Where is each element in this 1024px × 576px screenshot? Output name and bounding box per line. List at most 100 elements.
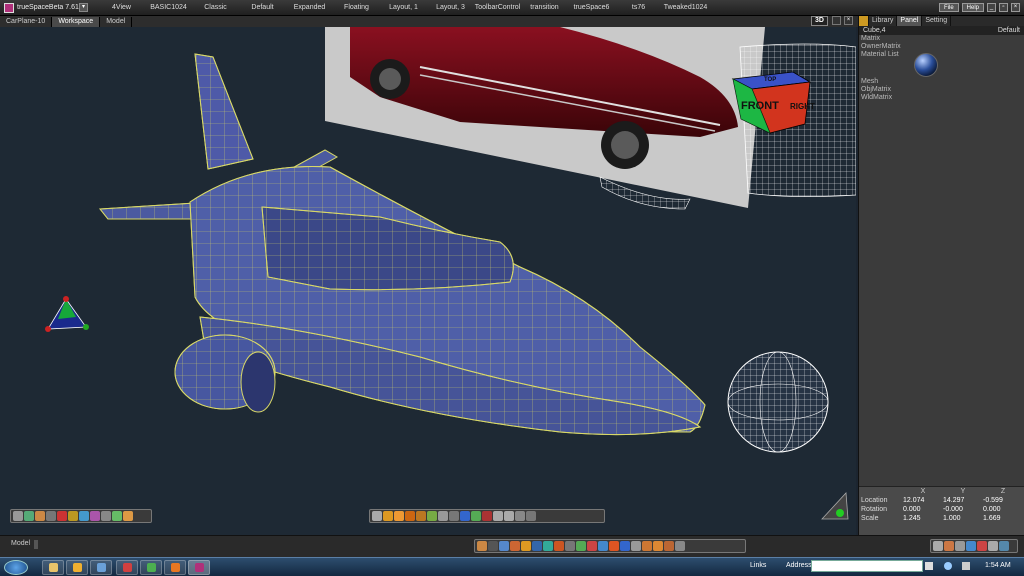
tool-icon-11[interactable] xyxy=(587,541,597,551)
firefox-task-icon[interactable] xyxy=(164,560,186,575)
pointer-icon[interactable] xyxy=(372,511,382,521)
layout-tab[interactable]: ts76 xyxy=(615,4,662,11)
tool-icon-18[interactable] xyxy=(664,541,674,551)
transform-value[interactable]: -0.599 xyxy=(983,496,1023,505)
tray-network-icon[interactable] xyxy=(944,562,952,570)
maximize-icon[interactable] xyxy=(832,16,841,25)
object-name[interactable]: Cube,4 xyxy=(863,27,886,34)
transform-value[interactable]: 0.000 xyxy=(983,505,1023,514)
material-preview-ball[interactable] xyxy=(914,53,938,77)
mode-badge-3d[interactable]: 3D xyxy=(811,16,828,26)
chevron-down-icon[interactable]: ▾ xyxy=(79,3,88,12)
close-icon[interactable]: × xyxy=(1011,3,1020,12)
viewport-tab[interactable]: CarPlane-10 xyxy=(0,16,53,27)
render-icon[interactable] xyxy=(90,511,100,521)
chrome-task-icon[interactable] xyxy=(140,560,162,575)
address-input[interactable] xyxy=(811,560,923,572)
spot-icon[interactable] xyxy=(405,511,415,521)
links-toolbar[interactable]: Links xyxy=(750,562,766,569)
select-arrow-icon[interactable] xyxy=(13,511,23,521)
fx-icon[interactable] xyxy=(460,511,470,521)
library-icon[interactable] xyxy=(944,541,954,551)
tool-icon-12[interactable] xyxy=(598,541,608,551)
layout-tab[interactable]: 4View xyxy=(98,4,145,11)
tool-icon-14[interactable] xyxy=(620,541,630,551)
transform-value[interactable]: 0.000 xyxy=(903,505,943,514)
tool-icon-1[interactable] xyxy=(477,541,487,551)
help-button[interactable]: Help xyxy=(961,3,984,12)
tool-icon-16[interactable] xyxy=(642,541,652,551)
media-task-icon[interactable] xyxy=(66,560,88,575)
go-arrow-icon[interactable] xyxy=(925,562,933,570)
property-item[interactable]: Mesh xyxy=(859,78,1024,86)
layout-tab[interactable]: Floating xyxy=(333,4,380,11)
camera-icon[interactable] xyxy=(68,511,78,521)
transform-value[interactable]: 1.245 xyxy=(903,514,943,523)
layout-tab[interactable]: Layout, 3 xyxy=(427,4,474,11)
property-item[interactable]: WldMatrix xyxy=(859,94,1024,102)
tool-icon-15[interactable] xyxy=(631,541,641,551)
light-icon[interactable] xyxy=(79,511,89,521)
layout-tab[interactable]: trueSpace6 xyxy=(568,4,615,11)
close-icon[interactable]: × xyxy=(844,16,853,25)
paint-icon[interactable] xyxy=(123,511,133,521)
scale-icon[interactable] xyxy=(57,511,67,521)
move-icon[interactable] xyxy=(35,511,45,521)
scene-canvas[interactable]: FRONT RIGHT TOP xyxy=(0,27,856,535)
transform-value[interactable]: -0.000 xyxy=(943,505,983,514)
cube-icon[interactable] xyxy=(471,511,481,521)
layout-tab[interactable]: transition xyxy=(521,4,568,11)
uvw-icon[interactable] xyxy=(493,511,503,521)
property-item[interactable]: OwnerMatrix xyxy=(859,43,1024,51)
3d-viewport[interactable]: FRONT RIGHT TOP xyxy=(0,27,856,535)
property-item[interactable]: Material List xyxy=(859,51,1024,59)
record-icon[interactable] xyxy=(977,541,987,551)
panel-tab-setting[interactable]: Setting xyxy=(922,16,952,26)
preset-select[interactable]: Default xyxy=(998,27,1020,34)
monitor-task-icon[interactable] xyxy=(90,560,112,575)
layout-tab[interactable]: BASIC1024 xyxy=(145,4,192,11)
transform-value[interactable]: 1.669 xyxy=(983,514,1023,523)
area-light-icon[interactable] xyxy=(416,511,426,521)
property-item[interactable]: Matrix xyxy=(859,35,1024,43)
explorer-task-icon[interactable] xyxy=(42,560,64,575)
truespace-task-icon[interactable] xyxy=(188,560,210,575)
tool-icon-10[interactable] xyxy=(576,541,586,551)
tool-icon-7[interactable] xyxy=(543,541,553,551)
undo-icon[interactable] xyxy=(101,511,111,521)
layout-tab[interactable]: Layout, 1 xyxy=(380,4,427,11)
layout-tab[interactable]: Default xyxy=(239,4,286,11)
viewport-tab[interactable]: Model xyxy=(100,16,133,27)
property-item[interactable]: ObjMatrix xyxy=(859,86,1024,94)
rotate-icon[interactable] xyxy=(46,511,56,521)
viewport-tab[interactable]: Workspace xyxy=(52,16,101,27)
object-icon[interactable] xyxy=(112,511,122,521)
material-icon[interactable] xyxy=(438,511,448,521)
lamp-icon[interactable] xyxy=(394,511,404,521)
download-task-icon[interactable] xyxy=(116,560,138,575)
transform-value[interactable]: 14.297 xyxy=(943,496,983,505)
network-icon[interactable] xyxy=(966,541,976,551)
tool-icon-5[interactable] xyxy=(521,541,531,551)
sphere-red-icon[interactable] xyxy=(482,511,492,521)
tree-icon[interactable] xyxy=(427,511,437,521)
tool-icon-3[interactable] xyxy=(499,541,509,551)
start-button[interactable] xyxy=(4,560,28,575)
panel-icon[interactable] xyxy=(955,541,965,551)
restore-icon[interactable]: ▫ xyxy=(999,3,1008,12)
light-bulb-icon[interactable] xyxy=(383,511,393,521)
transform-value[interactable]: 1.000 xyxy=(943,514,983,523)
minimize-icon[interactable]: _ xyxy=(987,3,996,12)
globe-icon[interactable] xyxy=(999,541,1009,551)
panel-tab-panel[interactable]: Panel xyxy=(897,16,923,26)
tool-icon-6[interactable] xyxy=(532,541,542,551)
sphere-icon[interactable] xyxy=(24,511,34,521)
tool-icon-13[interactable] xyxy=(609,541,619,551)
tool-icon-4[interactable] xyxy=(510,541,520,551)
panel-home-icon[interactable] xyxy=(859,16,869,26)
panel-tab-library[interactable]: Library xyxy=(869,16,898,26)
system-clock[interactable]: 1:54 AM xyxy=(985,562,1011,569)
tool-icon-8[interactable] xyxy=(554,541,564,551)
tool-icon-9[interactable] xyxy=(565,541,575,551)
bucket-icon[interactable] xyxy=(504,511,514,521)
